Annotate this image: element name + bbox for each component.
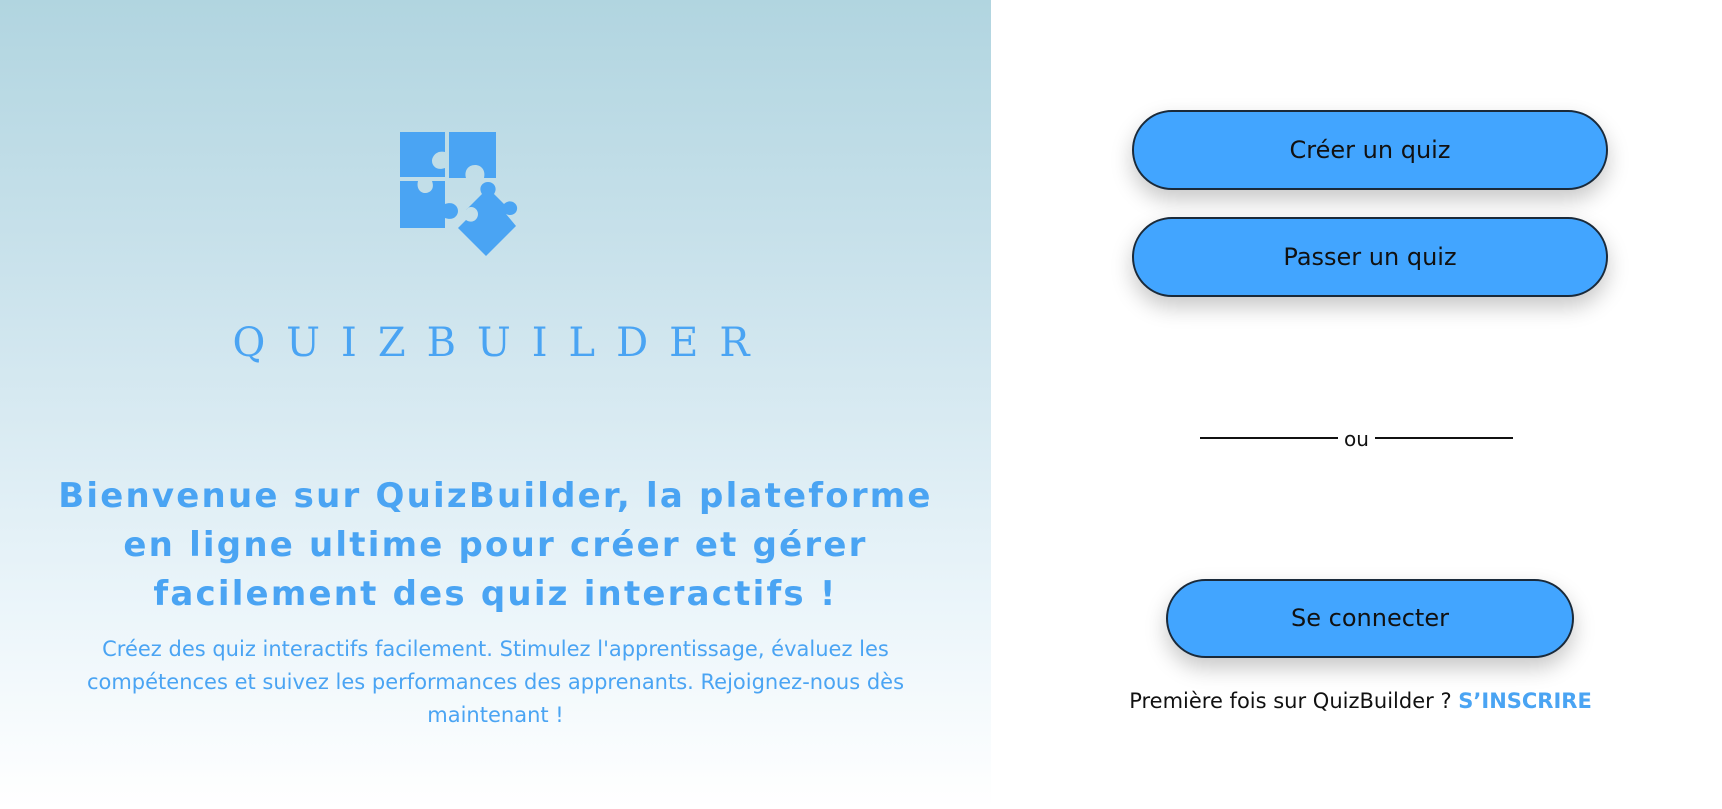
signup-link[interactable]: S’INSCRIRE	[1458, 689, 1592, 713]
hero-panel: QUIZBUILDER Bienvenue sur QuizBuilder, l…	[0, 0, 991, 809]
puzzle-pieces-icon	[400, 132, 518, 256]
take-quiz-button[interactable]: Passer un quiz	[1132, 217, 1608, 297]
actions-panel: Créer un quiz Passer un quiz ou Se conne…	[991, 0, 1722, 809]
welcome-headline: Bienvenue sur QuizBuilder, la plateforme…	[58, 476, 933, 614]
create-quiz-button[interactable]: Créer un quiz	[1132, 110, 1608, 190]
divider-line-left	[1200, 437, 1338, 439]
landing-page: QUIZBUILDER Bienvenue sur QuizBuilder, l…	[0, 0, 1722, 809]
signup-prompt-text: Première fois sur QuizBuilder ?	[1129, 689, 1452, 713]
brand-wordmark: QUIZBUILDER	[232, 320, 771, 366]
welcome-description: Créez des quiz interactifs facilement. S…	[86, 637, 905, 727]
login-button[interactable]: Se connecter	[1166, 579, 1574, 658]
divider-line-right	[1375, 437, 1513, 439]
or-divider: ou	[1200, 425, 1513, 453]
divider-label: ou	[1344, 427, 1369, 451]
signup-prompt-row: Première fois sur QuizBuilder ? S’INSCRI…	[991, 686, 1722, 716]
